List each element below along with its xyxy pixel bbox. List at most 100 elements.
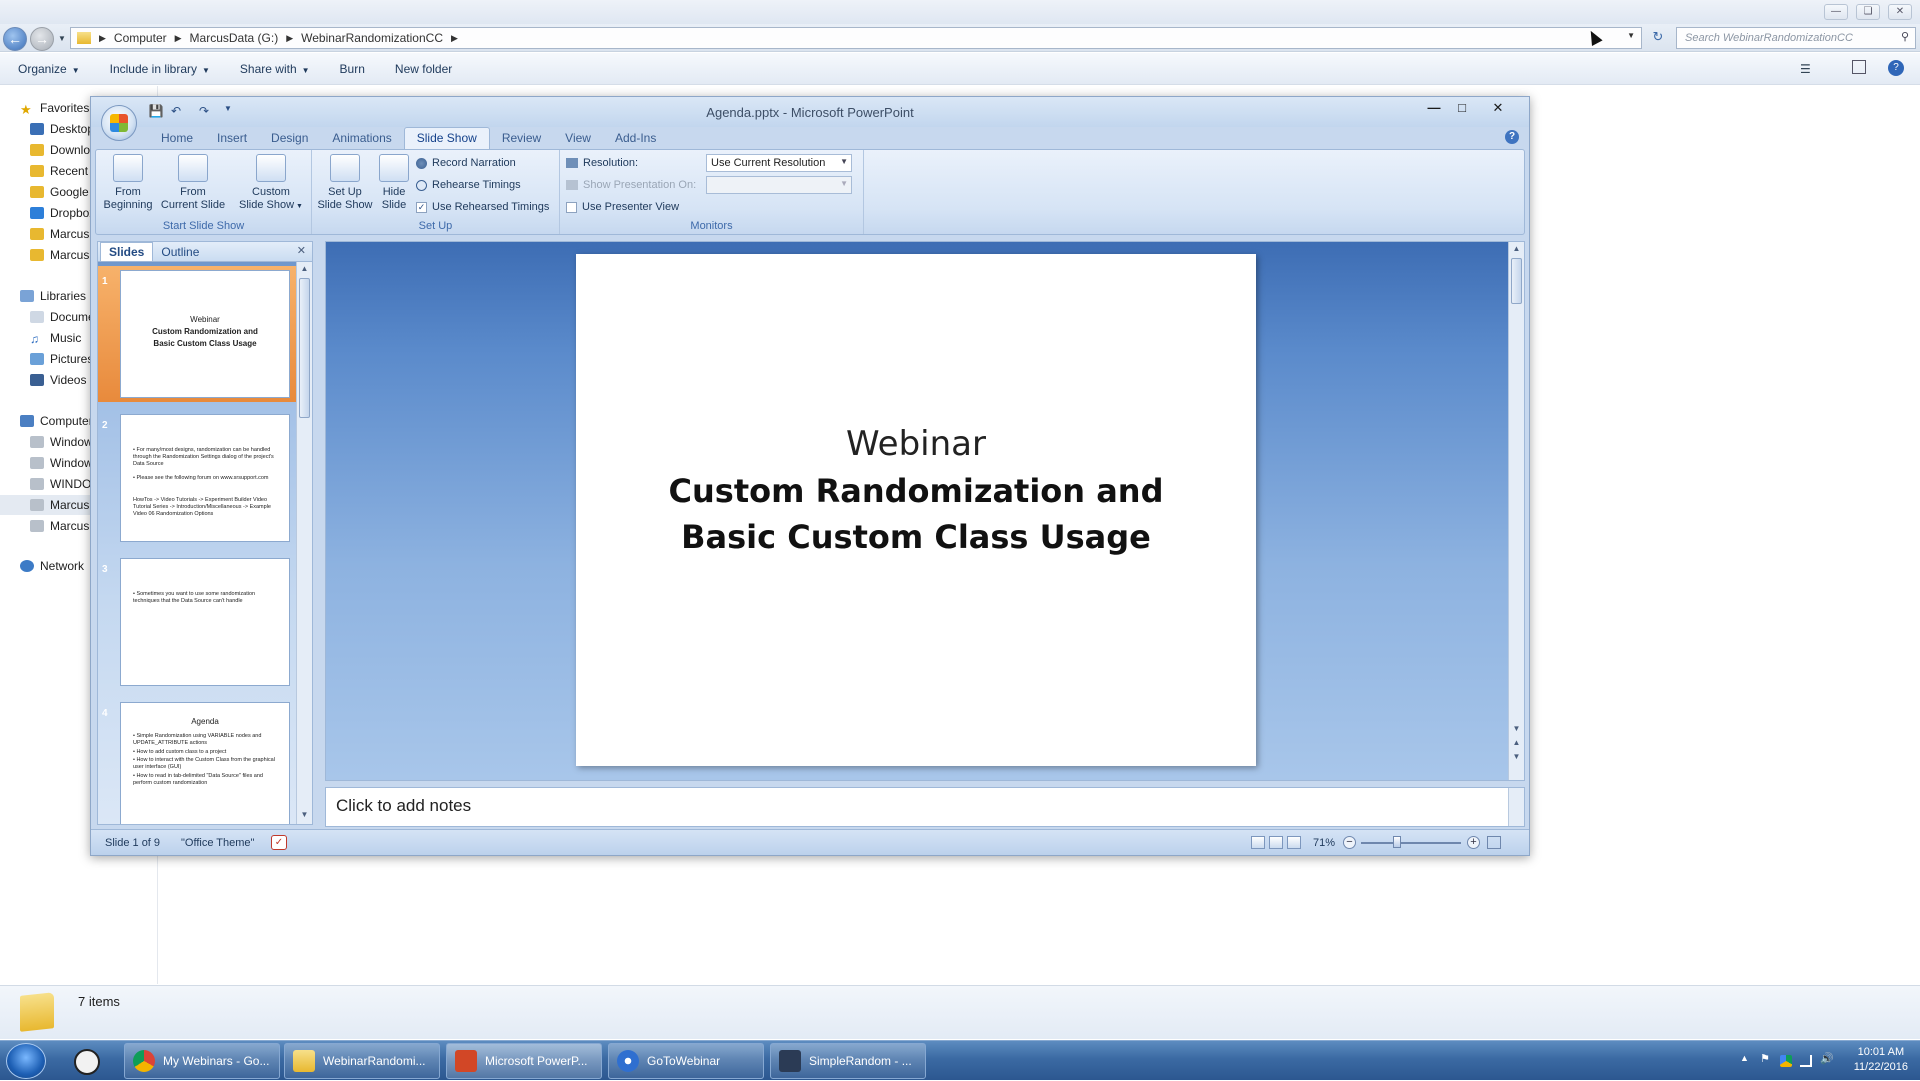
use-rehearsed-timings-checkbox[interactable]: ✓ Use Rehearsed Timings: [416, 198, 549, 216]
nav-favorite-item[interactable]: Marcus: [30, 224, 89, 244]
tab-view[interactable]: View: [553, 128, 603, 149]
nav-favorite-item[interactable]: Dropbox: [30, 203, 95, 223]
burn-button[interactable]: Burn: [340, 62, 365, 76]
nav-drive-item[interactable]: Windows: [30, 453, 99, 473]
organize-button[interactable]: Organize ▼: [18, 62, 80, 76]
slide-thumbnail-2[interactable]: • For many/most designs, randomization c…: [120, 414, 290, 542]
start-button[interactable]: [6, 1043, 46, 1079]
scroll-up-icon[interactable]: ▲: [1511, 244, 1522, 256]
help-icon[interactable]: ?: [1505, 130, 1519, 144]
record-narration-button[interactable]: Record Narration: [416, 154, 516, 172]
nav-favorite-item[interactable]: Desktop: [30, 119, 94, 139]
current-slide[interactable]: Webinar Custom Randomization and Basic C…: [576, 254, 1256, 766]
breadcrumb-drive[interactable]: MarcusData (G:): [190, 31, 279, 45]
taskbar-button-chrome[interactable]: My Webinars - Go...: [124, 1043, 280, 1079]
nav-network[interactable]: Network: [20, 556, 84, 576]
help-icon[interactable]: ?: [1888, 60, 1904, 76]
address-dropdown-icon[interactable]: ▼: [1627, 31, 1635, 40]
tab-review[interactable]: Review: [490, 128, 553, 149]
nav-drive-item[interactable]: Marcus: [30, 516, 89, 536]
tab-design[interactable]: Design: [259, 128, 320, 149]
from-beginning-button[interactable]: From Beginning: [100, 154, 156, 214]
slide-title[interactable]: Webinar: [576, 424, 1256, 464]
taskbar-button-explorer[interactable]: WebinarRandomi...: [284, 1043, 440, 1079]
zoom-out-icon[interactable]: −: [1343, 836, 1356, 849]
back-button[interactable]: ←: [3, 27, 27, 51]
zoom-level[interactable]: 71%: [1313, 837, 1335, 849]
slide-thumbnail-3[interactable]: • Sometimes you want to use some randomi…: [120, 558, 290, 686]
nav-computer[interactable]: Computer: [20, 411, 93, 431]
network-signal-icon[interactable]: [1800, 1055, 1812, 1067]
scrollbar-thumb[interactable]: [1511, 258, 1522, 304]
breadcrumb-folder[interactable]: WebinarRandomizationCC: [301, 31, 443, 45]
office-button[interactable]: [101, 105, 137, 141]
tab-slide-show[interactable]: Slide Show: [403, 127, 490, 149]
tab-animations[interactable]: Animations: [320, 128, 403, 149]
explorer-close-button[interactable]: ✕: [1888, 4, 1912, 20]
notes-pane[interactable]: Click to add notes: [325, 787, 1525, 827]
hide-slide-button[interactable]: Hide Slide: [376, 154, 412, 214]
nav-library-item[interactable]: Pictures: [30, 349, 93, 369]
new-folder-button[interactable]: New folder: [395, 62, 452, 76]
nav-favorites[interactable]: ★ Favorites: [20, 98, 89, 118]
slide-sorter-view-icon[interactable]: [1269, 836, 1283, 849]
slide-thumbnail-1[interactable]: Webinar Custom Randomization and Basic C…: [120, 270, 290, 398]
share-with-button[interactable]: Share with ▼: [240, 62, 310, 76]
ppt-restore-button[interactable]: □: [1449, 99, 1475, 117]
refresh-icon[interactable]: ↻: [1648, 29, 1668, 47]
custom-slide-show-button[interactable]: Custom Slide Show ▼: [236, 154, 306, 214]
notes-scrollbar[interactable]: [1508, 788, 1524, 826]
show-presentation-on-select[interactable]: ▼: [706, 176, 852, 194]
google-drive-icon[interactable]: [1780, 1055, 1792, 1067]
forward-button[interactable]: →: [30, 27, 54, 51]
zoom-slider[interactable]: [1361, 842, 1461, 844]
rehearse-timings-button[interactable]: Rehearse Timings: [416, 176, 521, 194]
explorer-minimize-button[interactable]: —: [1824, 4, 1848, 20]
nav-favorite-item[interactable]: Marcus: [30, 245, 89, 265]
fit-to-window-icon[interactable]: [1487, 836, 1501, 849]
breadcrumb-computer[interactable]: Computer: [114, 31, 167, 45]
from-current-slide-button[interactable]: From Current Slide: [158, 154, 228, 214]
nav-libraries[interactable]: Libraries: [20, 286, 86, 306]
nav-drive-item[interactable]: Windows: [30, 432, 99, 452]
recent-pages-dropdown-icon[interactable]: ▼: [58, 34, 66, 43]
previous-slide-icon[interactable]: ▲: [1511, 738, 1522, 750]
scrollbar-thumb[interactable]: [299, 278, 310, 418]
set-up-slide-show-button[interactable]: Set Up Slide Show: [316, 154, 374, 214]
normal-view-icon[interactable]: [1251, 836, 1265, 849]
slide-subtitle-line1[interactable]: Custom Randomization and: [576, 472, 1256, 510]
zoom-in-icon[interactable]: +: [1467, 836, 1480, 849]
next-slide-icon[interactable]: ▼: [1511, 752, 1522, 764]
scroll-up-icon[interactable]: ▲: [299, 264, 310, 276]
slide-subtitle-line2[interactable]: Basic Custom Class Usage: [576, 518, 1256, 556]
ppt-close-button[interactable]: ✕: [1485, 99, 1511, 117]
pinned-app-icon[interactable]: [74, 1049, 100, 1075]
slide-show-view-icon[interactable]: [1287, 836, 1301, 849]
close-icon[interactable]: ✕: [297, 244, 306, 257]
taskbar-button-simplerandom[interactable]: SimpleRandom - ...: [770, 1043, 926, 1079]
view-options-icon[interactable]: ☰: [1800, 62, 1811, 76]
search-icon[interactable]: ⚲: [1901, 30, 1909, 43]
resolution-select[interactable]: Use Current Resolution ▼: [706, 154, 852, 172]
nav-library-item[interactable]: Videos: [30, 370, 86, 390]
include-in-library-button[interactable]: Include in library ▼: [110, 62, 210, 76]
preview-pane-icon[interactable]: [1852, 60, 1866, 74]
volume-icon[interactable]: 🔊: [1820, 1052, 1834, 1065]
slide-scrollbar[interactable]: ▲ ▼ ▲ ▼: [1508, 242, 1524, 780]
tab-outline[interactable]: Outline: [153, 243, 207, 261]
slide-thumbnail-4[interactable]: Agenda • Simple Randomization using VARI…: [120, 702, 290, 824]
tab-insert[interactable]: Insert: [205, 128, 259, 149]
spell-check-icon[interactable]: ✓: [271, 835, 287, 850]
address-box[interactable]: ▶ Computer ▶ MarcusData (G:) ▶ WebinarRa…: [70, 27, 1642, 49]
nav-favorite-item[interactable]: Google: [30, 182, 89, 202]
tab-home[interactable]: Home: [149, 128, 205, 149]
scroll-down-icon[interactable]: ▼: [1511, 724, 1522, 736]
ppt-minimize-button[interactable]: —: [1421, 99, 1447, 117]
nav-library-item[interactable]: ♫ Music: [30, 328, 81, 348]
taskbar-button-gotowebinar[interactable]: GoToWebinar: [608, 1043, 764, 1079]
nav-favorite-item[interactable]: Recent: [30, 161, 88, 181]
tab-add-ins[interactable]: Add-Ins: [603, 128, 668, 149]
use-presenter-view-checkbox[interactable]: Use Presenter View: [566, 198, 679, 216]
search-input[interactable]: Search WebinarRandomizationCC ⚲: [1676, 27, 1916, 49]
tab-slides[interactable]: Slides: [100, 242, 154, 261]
